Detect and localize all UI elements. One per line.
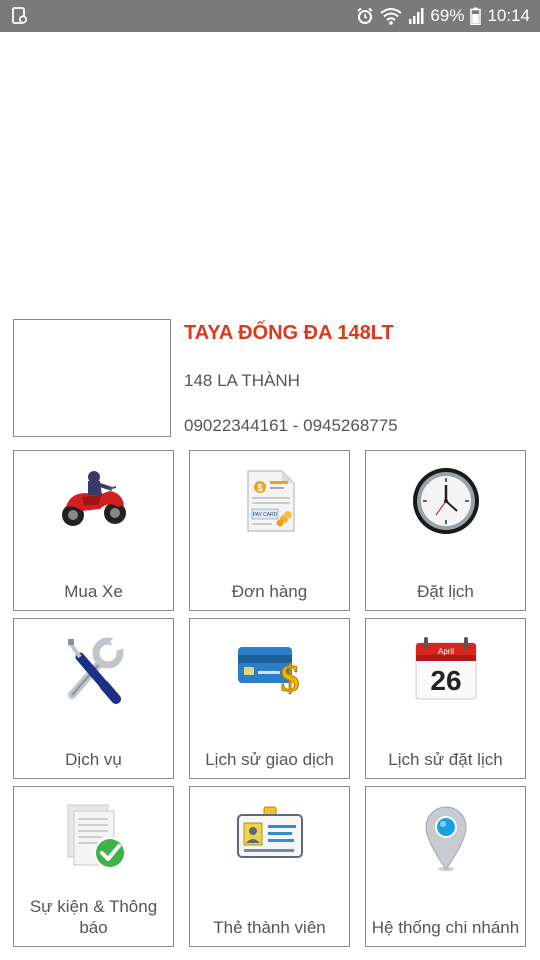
menu-item-label: Đơn hàng <box>231 582 308 601</box>
menu-item-label: Đặt lịch <box>417 582 474 601</box>
clock-time: 10:14 <box>487 6 530 25</box>
menu-item-label: Thẻ thành viên <box>213 918 326 937</box>
svg-text:$: $ <box>257 483 263 494</box>
menu-item-membership-card[interactable]: Thẻ thành viên <box>189 786 350 947</box>
menu-item-label: Hệ thống chi nhánh <box>371 918 520 937</box>
alarm-icon <box>357 7 374 24</box>
menu-item-transaction-history[interactable]: $ Lịch sử giao dịch <box>189 618 350 779</box>
calendar-month: April <box>437 647 453 656</box>
menu-item-booking-history[interactable]: April 26 Lịch sử đặt lịch <box>365 618 526 779</box>
battery-percent: 69% <box>430 6 465 25</box>
motorbike-icon <box>61 471 126 526</box>
store-logo <box>13 319 171 437</box>
banner-area <box>0 32 540 317</box>
menu-item-label: Mua Xe <box>64 582 123 601</box>
menu-item-buy-bike[interactable]: Mua Xe <box>13 450 174 611</box>
signal-icon <box>409 8 424 24</box>
menu-item-label: Sự kiện & Thông báo <box>29 897 158 937</box>
menu-item-orders[interactable]: $ PAY CARD Đơn hàng <box>189 450 350 611</box>
menu-item-label: Lịch sử giao dịch <box>205 750 334 769</box>
battery-icon <box>470 7 482 25</box>
store-address: 148 LA THÀNH <box>184 371 300 390</box>
id-badge-icon <box>236 806 303 858</box>
store-name: TAYA ĐỐNG ĐA 148LT <box>184 322 394 344</box>
menu-item-services[interactable]: Dịch vụ <box>13 618 174 779</box>
menu-item-label: Dịch vụ <box>65 750 122 769</box>
menu-item-label: Lịch sử đặt lịch <box>388 750 503 769</box>
document-check-icon <box>67 804 126 869</box>
status-bar: 69% 10:14 <box>0 0 540 32</box>
credit-card-icon: $ <box>237 647 300 701</box>
store-phone[interactable]: 09022344161 - 0945268775 <box>184 416 398 436</box>
menu-item-branch-network[interactable]: Hệ thống chi nhánh <box>365 786 526 947</box>
wifi-icon <box>380 8 403 25</box>
svg-text:$: $ <box>280 658 299 700</box>
invoice-icon-text: PAY CARD <box>252 512 277 518</box>
screen-capture-icon <box>12 7 28 24</box>
calendar-day: 26 <box>430 665 461 696</box>
map-pin-icon <box>424 806 467 871</box>
clock-icon <box>412 468 479 534</box>
menu-grid: Mua Xe $ PAY CARD Đơn hàng Đặt lịch Dịch… <box>13 450 527 947</box>
tools-icon <box>67 635 126 704</box>
menu-item-booking[interactable]: Đặt lịch <box>365 450 526 611</box>
menu-item-events[interactable]: Sự kiện & Thông báo <box>13 786 174 947</box>
invoice-icon: $ PAY CARD <box>246 470 295 532</box>
calendar-icon: April 26 <box>415 637 476 700</box>
